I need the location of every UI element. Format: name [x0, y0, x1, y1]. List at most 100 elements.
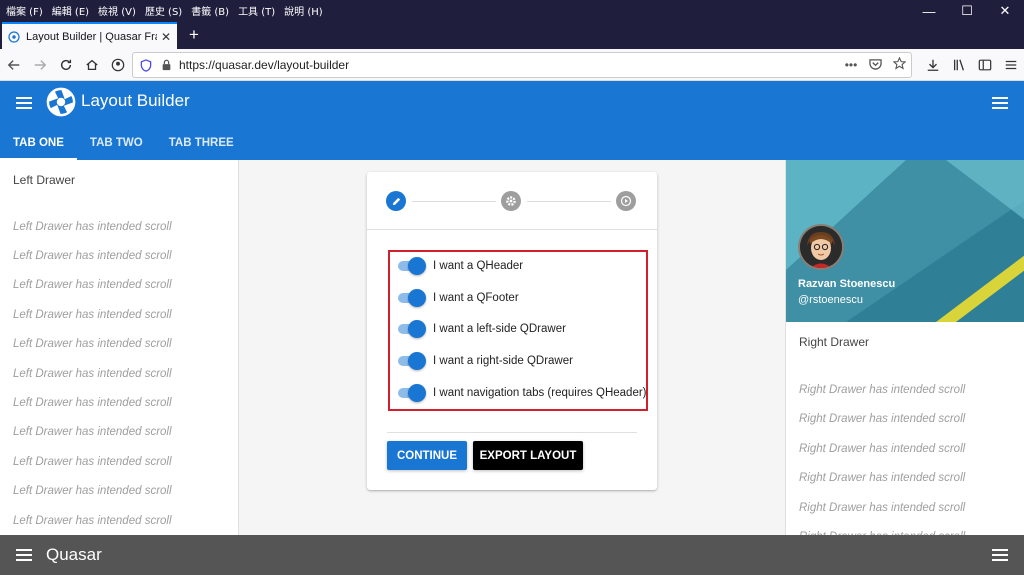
- close-window-button[interactable]: ✕: [986, 0, 1024, 22]
- bookmark-star-icon[interactable]: [887, 56, 911, 73]
- menu-history[interactable]: 歷史 (S): [145, 3, 182, 18]
- window-controls: — ☐ ✕: [910, 0, 1024, 22]
- reload-button[interactable]: [54, 53, 78, 77]
- left-drawer: Left Drawer Left Drawer has intended scr…: [0, 160, 239, 535]
- menu-edit[interactable]: 編輯 (E): [52, 3, 89, 18]
- right-menu-button[interactable]: [988, 91, 1012, 115]
- list-item: Right Drawer has intended scroll: [799, 472, 966, 485]
- browser-tab[interactable]: Layout Builder | Quasar Framework ✕: [2, 22, 177, 49]
- menu-bookmarks[interactable]: 書籤 (B): [191, 3, 229, 18]
- step-2[interactable]: [501, 191, 521, 211]
- app-header: Layout Builder Tab One Tab Two Tab Three: [0, 81, 1024, 160]
- step-1[interactable]: [386, 191, 406, 211]
- profile-name: Razvan Stoenescu: [798, 278, 896, 290]
- export-layout-button[interactable]: Export Layout: [473, 441, 583, 470]
- left-drawer-title: Left Drawer: [13, 173, 76, 187]
- url-text: https://quasar.dev/layout-builder: [179, 58, 350, 72]
- page-container: Left Drawer Left Drawer has intended scr…: [0, 160, 1024, 535]
- avatar-image: [800, 226, 842, 268]
- list-item: Left Drawer has intended scroll: [13, 308, 172, 321]
- list-item: Right Drawer has intended scroll: [786, 523, 1024, 535]
- menu-view[interactable]: 檢視 (V): [98, 3, 136, 18]
- menu-icon: [992, 549, 1008, 561]
- profile-handle: @rstoenescu: [798, 294, 863, 306]
- tab-one[interactable]: Tab One: [0, 125, 77, 160]
- navigation-tabs-toggle[interactable]: [398, 381, 426, 405]
- app-menu-button[interactable]: [998, 53, 1024, 77]
- qheader-toggle[interactable]: [398, 254, 426, 278]
- urlbar-actions: •••: [839, 56, 911, 73]
- option-right-drawer[interactable]: I want a right-side QDrawer: [398, 349, 573, 373]
- left-drawer-toggle[interactable]: [398, 317, 426, 341]
- tab-two[interactable]: Tab Two: [77, 125, 156, 160]
- right-drawer-toggle[interactable]: [398, 349, 426, 373]
- back-button[interactable]: [2, 53, 26, 77]
- footer-right-menu-button[interactable]: [988, 543, 1012, 567]
- url-bar[interactable]: https://quasar.dev/layout-builder •••: [132, 52, 912, 78]
- option-label: I want a left-side QDrawer: [433, 323, 566, 335]
- left-menu-button[interactable]: [12, 91, 36, 115]
- list-item: Left Drawer has intended scroll: [13, 426, 172, 439]
- hamburger-icon: [1005, 60, 1017, 70]
- arrow-right-icon: [34, 59, 47, 70]
- shield-icon[interactable]: [139, 58, 153, 72]
- option-left-drawer[interactable]: I want a left-side QDrawer: [398, 317, 566, 341]
- browser-tab-title: Layout Builder | Quasar Framework: [26, 30, 157, 43]
- right-drawer-title: Right Drawer: [799, 335, 870, 349]
- list-item: Right Drawer has intended scroll: [799, 501, 966, 514]
- stepper-header: [367, 172, 657, 230]
- download-button[interactable]: [920, 53, 946, 77]
- menu-list: 檔案 (F) 編輯 (E) 檢視 (V) 歷史 (S) 書籤 (B) 工具 (T…: [0, 3, 332, 18]
- footer-left-menu-button[interactable]: [12, 543, 36, 567]
- option-qfooter[interactable]: I want a QFooter: [398, 286, 519, 310]
- layout-options-group: I want a QHeader I want a QFooter I want…: [388, 250, 648, 411]
- list-item: Left Drawer has intended scroll: [13, 397, 172, 410]
- gear-icon: [506, 196, 516, 206]
- tab-three[interactable]: Tab Three: [156, 125, 247, 160]
- step-connector: [412, 201, 496, 202]
- minimize-button[interactable]: —: [910, 0, 948, 22]
- menu-help[interactable]: 說明 (H): [284, 3, 323, 18]
- tab-close-icon[interactable]: ✕: [161, 30, 171, 44]
- menu-file[interactable]: 檔案 (F): [6, 3, 43, 18]
- list-item: Right Drawer has intended scroll: [799, 383, 966, 396]
- list-item: Left Drawer has intended scroll: [13, 338, 172, 351]
- right-drawer: Razvan Stoenescu @rstoenescu Right Drawe…: [785, 160, 1024, 535]
- download-icon: [927, 59, 939, 71]
- list-item: Left Drawer has intended scroll: [13, 485, 172, 498]
- sidebar-icon: [978, 59, 992, 71]
- sidebar-button[interactable]: [972, 53, 998, 77]
- list-item: Left Drawer has intended scroll: [13, 455, 172, 468]
- account-icon: [111, 58, 125, 71]
- left-drawer-list: Left Drawer has intended scroll Left Dra…: [0, 212, 238, 535]
- option-label: I want a right-side QDrawer: [433, 355, 573, 367]
- quasar-favicon-icon: [8, 30, 20, 43]
- home-icon: [86, 59, 98, 70]
- new-tab-button[interactable]: +: [184, 24, 204, 46]
- maximize-button[interactable]: ☐: [948, 0, 986, 22]
- option-navigation-tabs[interactable]: I want navigation tabs (requires QHeader…: [398, 381, 647, 405]
- library-button[interactable]: [946, 53, 972, 77]
- lock-icon[interactable]: [159, 58, 173, 72]
- avatar: [798, 224, 844, 270]
- option-label: I want a QFooter: [433, 292, 519, 304]
- browser-tabstrip: Layout Builder | Quasar Framework ✕ +: [0, 20, 1024, 49]
- option-qheader[interactable]: I want a QHeader: [398, 254, 523, 278]
- continue-button[interactable]: Continue: [387, 441, 467, 470]
- menu-icon: [16, 549, 32, 561]
- page-actions-button[interactable]: •••: [839, 58, 863, 72]
- quasar-logo-icon: [46, 87, 76, 117]
- profile-banner: Razvan Stoenescu @rstoenescu: [786, 160, 1024, 322]
- pocket-icon[interactable]: [863, 58, 887, 73]
- library-icon: [953, 59, 964, 71]
- step-3[interactable]: [616, 191, 636, 211]
- menu-icon: [992, 97, 1008, 109]
- home-button[interactable]: [80, 53, 104, 77]
- qfooter-toggle[interactable]: [398, 286, 426, 310]
- option-label: I want a QHeader: [433, 260, 524, 272]
- footer-title: Quasar: [46, 545, 102, 564]
- forward-button[interactable]: [28, 53, 52, 77]
- pencil-icon: [392, 197, 400, 205]
- account-button[interactable]: [106, 53, 130, 77]
- menu-tools[interactable]: 工具 (T): [238, 3, 275, 18]
